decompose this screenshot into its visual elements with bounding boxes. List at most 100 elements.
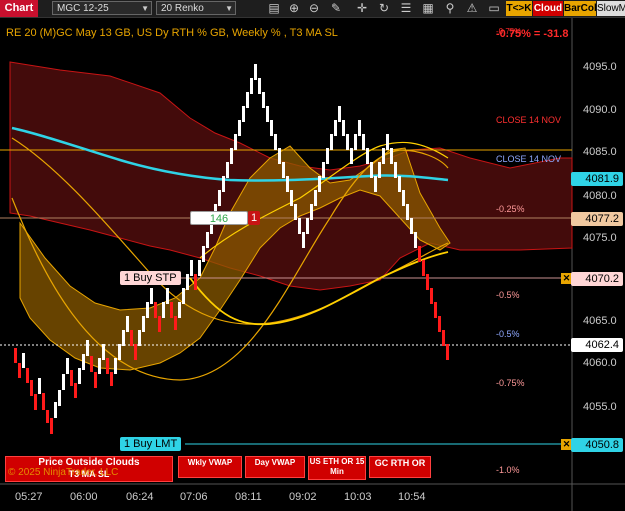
renko-brick bbox=[118, 344, 121, 360]
renko-brick bbox=[422, 260, 425, 276]
renko-brick bbox=[406, 204, 409, 220]
renko-brick bbox=[142, 316, 145, 332]
buy-limit-order[interactable]: 1 Buy LMT bbox=[120, 437, 182, 451]
strategy-icon[interactable]: ⚲ bbox=[442, 1, 458, 16]
renko-brick bbox=[346, 134, 349, 150]
price-chart[interactable] bbox=[0, 18, 625, 511]
renko-brick bbox=[30, 380, 33, 396]
x-tick: 09:02 bbox=[289, 491, 317, 503]
zoom-in-icon[interactable]: ⊕ bbox=[286, 1, 302, 16]
renko-brick bbox=[382, 148, 385, 164]
x-tick: 07:06 bbox=[180, 491, 208, 503]
alert-icon[interactable]: ⚠ bbox=[464, 1, 480, 16]
pct-025-label: -0.25% bbox=[496, 204, 525, 214]
instrument-value: MGC 12-25 bbox=[57, 3, 109, 14]
buy-stop-order[interactable]: 1 Buy STP bbox=[120, 271, 181, 285]
renko-brick bbox=[446, 344, 449, 360]
close-blue-label: CLOSE 14 NOV bbox=[496, 154, 562, 164]
renko-brick bbox=[146, 302, 149, 318]
renko-brick bbox=[102, 344, 105, 360]
renko-brick bbox=[254, 64, 257, 80]
eraser-icon[interactable]: ✎ bbox=[328, 1, 344, 16]
y-tick: 4085.0 bbox=[583, 146, 617, 158]
x-tick: 06:00 bbox=[70, 491, 98, 503]
renko-brick bbox=[290, 190, 293, 206]
gc-rth-or-button[interactable]: GC RTH OR bbox=[369, 456, 431, 478]
renko-brick bbox=[90, 356, 93, 372]
renko-brick bbox=[286, 176, 289, 192]
t-k-button[interactable]: T<>K bbox=[506, 1, 532, 16]
renko-brick bbox=[270, 120, 273, 136]
renko-brick bbox=[98, 358, 101, 374]
position-quantity[interactable]: 146 bbox=[190, 211, 248, 225]
renko-brick bbox=[238, 120, 241, 136]
copyright-watermark: © 2025 NinjaTrader, LLC bbox=[8, 467, 119, 478]
price-box-level: 4077.2 bbox=[571, 212, 623, 226]
renko-brick bbox=[274, 134, 277, 150]
window-icon[interactable]: ▭ bbox=[486, 1, 502, 16]
renko-brick bbox=[186, 274, 189, 290]
renko-brick bbox=[42, 393, 45, 410]
renko-brick bbox=[126, 316, 129, 332]
renko-brick bbox=[74, 383, 77, 398]
position-side[interactable]: 1 bbox=[248, 211, 260, 225]
chevron-down-icon: ▼ bbox=[225, 4, 233, 13]
renko-brick bbox=[138, 330, 141, 346]
properties-icon[interactable]: ☰ bbox=[398, 1, 414, 16]
renko-brick bbox=[362, 134, 365, 150]
order-icon[interactable]: ▦ bbox=[420, 1, 436, 16]
pct-05b-label: -0.5% bbox=[496, 329, 520, 339]
renko-brick bbox=[158, 316, 161, 332]
renko-brick bbox=[130, 330, 133, 346]
renko-brick bbox=[166, 288, 169, 304]
renko-brick bbox=[282, 162, 285, 178]
renko-brick bbox=[122, 330, 125, 346]
sync-icon[interactable]: ↻ bbox=[376, 1, 392, 16]
renko-brick bbox=[442, 330, 445, 346]
renko-brick bbox=[34, 394, 37, 410]
renko-brick bbox=[38, 378, 41, 394]
renko-brick bbox=[322, 162, 325, 178]
renko-brick bbox=[242, 106, 245, 122]
renko-brick bbox=[266, 106, 269, 122]
chart-tab-label[interactable]: Chart bbox=[0, 0, 38, 17]
renko-brick bbox=[54, 402, 57, 418]
slowm-button[interactable]: SlowM bbox=[597, 1, 625, 16]
zoom-out-icon[interactable]: ⊖ bbox=[306, 1, 322, 16]
renko-brick bbox=[338, 106, 341, 122]
pct-10-label: -1.0% bbox=[496, 465, 520, 475]
renko-brick bbox=[150, 288, 153, 304]
bar-type-selector[interactable]: 20 Renko ▼ bbox=[156, 1, 236, 15]
crosshair-icon[interactable]: ▤ bbox=[266, 1, 282, 16]
renko-brick bbox=[18, 363, 21, 378]
us-eth-or-button[interactable]: US ETH OR 15 Min bbox=[308, 456, 366, 480]
day-vwap-button[interactable]: Day VWAP bbox=[245, 456, 305, 478]
cloud-button[interactable]: Cloud bbox=[533, 1, 563, 16]
renko-brick bbox=[358, 120, 361, 136]
pct-075-label: -0.75% bbox=[496, 378, 525, 388]
renko-brick bbox=[174, 316, 177, 330]
renko-brick bbox=[350, 148, 353, 164]
renko-brick bbox=[170, 302, 173, 318]
chart-panel[interactable]: RE 20 (M)GC May 13 GB, US Dy RTH % GB, W… bbox=[0, 18, 625, 511]
x-tick: 08:11 bbox=[235, 491, 262, 503]
renko-brick bbox=[386, 134, 389, 150]
renko-brick bbox=[426, 274, 429, 290]
renko-brick bbox=[78, 368, 81, 384]
instrument-selector[interactable]: MGC 12-25 ▼ bbox=[52, 1, 152, 15]
draw-plus-icon[interactable]: ✛ bbox=[354, 1, 370, 16]
renko-brick bbox=[318, 176, 321, 192]
wkly-vwap-button[interactable]: Wkly VWAP bbox=[178, 456, 242, 478]
chevron-down-icon: ▼ bbox=[141, 4, 149, 13]
renko-brick bbox=[438, 316, 441, 332]
renko-brick bbox=[94, 372, 97, 388]
renko-brick bbox=[334, 120, 337, 136]
renko-brick bbox=[410, 218, 413, 234]
renko-brick bbox=[418, 246, 421, 262]
renko-brick bbox=[198, 260, 201, 276]
renko-brick bbox=[58, 390, 61, 406]
barcol-button[interactable]: BarCol bbox=[564, 1, 597, 16]
renko-brick bbox=[306, 218, 309, 234]
renko-brick bbox=[178, 302, 181, 318]
renko-brick bbox=[262, 92, 265, 108]
